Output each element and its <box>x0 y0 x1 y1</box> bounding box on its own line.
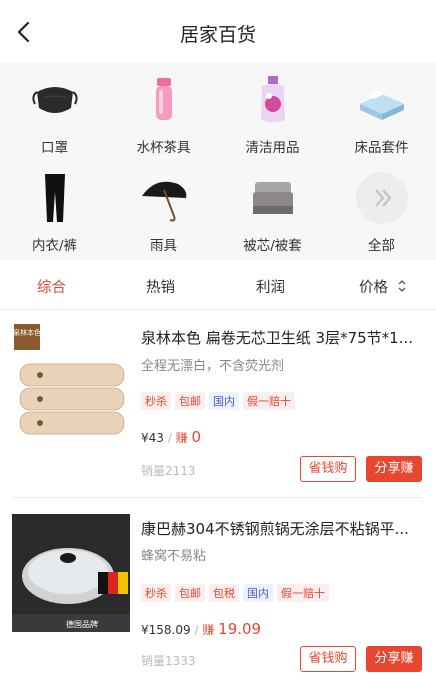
product-title[interactable]: 泉林本色 扁卷无芯卫生纸 3层*75节*1... <box>141 327 422 348</box>
product-image[interactable]: 德国品牌 <box>12 514 130 632</box>
category-underwear[interactable]: 内衣/裤 <box>0 172 109 254</box>
share-earn-button[interactable]: 分享赚 <box>366 646 422 672</box>
detergent-bottle-icon <box>247 74 299 126</box>
tag-domestic: 国内 <box>209 392 239 410</box>
thermos-icon <box>138 74 190 126</box>
sales-count: 销量1333 <box>141 654 196 668</box>
category-bedding[interactable]: 床品套件 <box>327 74 436 156</box>
tag-domestic: 国内 <box>243 584 273 602</box>
earn-label: 赚 <box>175 431 188 445</box>
sort-price-label: 价格 <box>359 280 388 296</box>
product-subtitle: 蜂窝不易粘 <box>141 549 207 564</box>
leggings-icon <box>29 172 81 224</box>
tag-free-shipping: 包邮 <box>175 584 205 602</box>
tag-flash-sale: 秒杀 <box>141 584 171 602</box>
divider <box>12 497 422 498</box>
category-label: 被芯/被套 <box>243 238 302 254</box>
category-label: 口罩 <box>41 140 68 156</box>
product-title[interactable]: 康巴赫304不锈钢煎锅无涂层不粘锅平... <box>141 518 422 539</box>
product-tags: 秒杀 包邮 包税 国内 假一赔十 <box>141 584 329 602</box>
tag-authentic-guarantee: 假一赔十 <box>243 392 295 410</box>
double-chevron-right-icon <box>355 172 408 224</box>
sales-count: 销量2113 <box>141 464 196 478</box>
category-label: 雨具 <box>150 238 177 254</box>
tag-free-shipping: 包邮 <box>175 392 205 410</box>
brand-badge-text: 德国品牌 <box>66 619 98 629</box>
earn-amount: 19.09 <box>218 620 262 638</box>
share-earn-button[interactable]: 分享赚 <box>366 456 422 482</box>
tag-tax-included: 包税 <box>209 584 239 602</box>
bedding-icon <box>356 74 408 126</box>
category-label: 全部 <box>368 238 395 254</box>
category-duvet[interactable]: 被芯/被套 <box>218 172 327 254</box>
category-cups[interactable]: 水杯茶具 <box>109 74 218 156</box>
price-line: ¥158.09 / 赚 19.09 <box>141 620 262 638</box>
duvet-icon <box>247 172 299 224</box>
product-image[interactable]: 泉林本色 <box>12 320 130 438</box>
tag-flash-sale: 秒杀 <box>141 392 171 410</box>
category-cleaning[interactable]: 清洁用品 <box>218 74 327 156</box>
earn-label: 赚 <box>202 623 215 637</box>
umbrella-icon <box>138 172 190 224</box>
product-card[interactable]: 德国品牌 康巴赫304不锈钢煎锅无涂层不粘锅平... 蜂窝不易粘 秒杀 包邮 包… <box>0 500 436 688</box>
product-tags: 秒杀 包邮 国内 假一赔十 <box>141 392 295 410</box>
category-grid: 口罩 水杯茶具 清洁用品 床品套件 内衣/裤 雨具 被芯/被套 全部 <box>0 62 436 260</box>
product-subtitle: 全程无漂白，不含荧光剂 <box>141 359 285 374</box>
sort-comprehensive[interactable]: 综合 <box>37 276 66 297</box>
sort-bar: 综合 热销 利润 价格 <box>0 260 436 310</box>
category-rain-gear[interactable]: 雨具 <box>109 172 218 254</box>
product-price: ¥43 <box>141 431 164 445</box>
save-money-button[interactable]: 省钱购 <box>300 646 356 672</box>
earn-amount: 0 <box>191 428 201 446</box>
price-line: ¥43 / 赚 0 <box>141 428 201 446</box>
brand-logo-text: 泉林本色 <box>13 328 41 337</box>
mask-icon <box>29 74 81 126</box>
category-all[interactable]: 全部 <box>327 172 436 254</box>
category-label: 清洁用品 <box>245 140 300 156</box>
app-header: 居家百货 <box>0 0 436 62</box>
product-card[interactable]: 泉林本色 泉林本色 扁卷无芯卫生纸 3层*75节*1... 全程无漂白，不含荧光… <box>0 310 436 500</box>
category-label: 内衣/裤 <box>31 238 78 254</box>
category-mask[interactable]: 口罩 <box>0 74 109 156</box>
sort-profit[interactable]: 利润 <box>256 276 285 297</box>
save-money-button[interactable]: 省钱购 <box>300 456 356 482</box>
page-title: 居家百货 <box>179 24 256 46</box>
sort-toggle-icon <box>398 280 406 292</box>
category-label: 水杯茶具 <box>136 140 191 156</box>
sort-price[interactable]: 价格 <box>359 276 407 297</box>
sort-hot-sales[interactable]: 热销 <box>146 276 175 297</box>
product-price: ¥158.09 <box>141 623 191 637</box>
tag-authentic-guarantee: 假一赔十 <box>277 584 329 602</box>
category-label: 床品套件 <box>354 140 409 156</box>
